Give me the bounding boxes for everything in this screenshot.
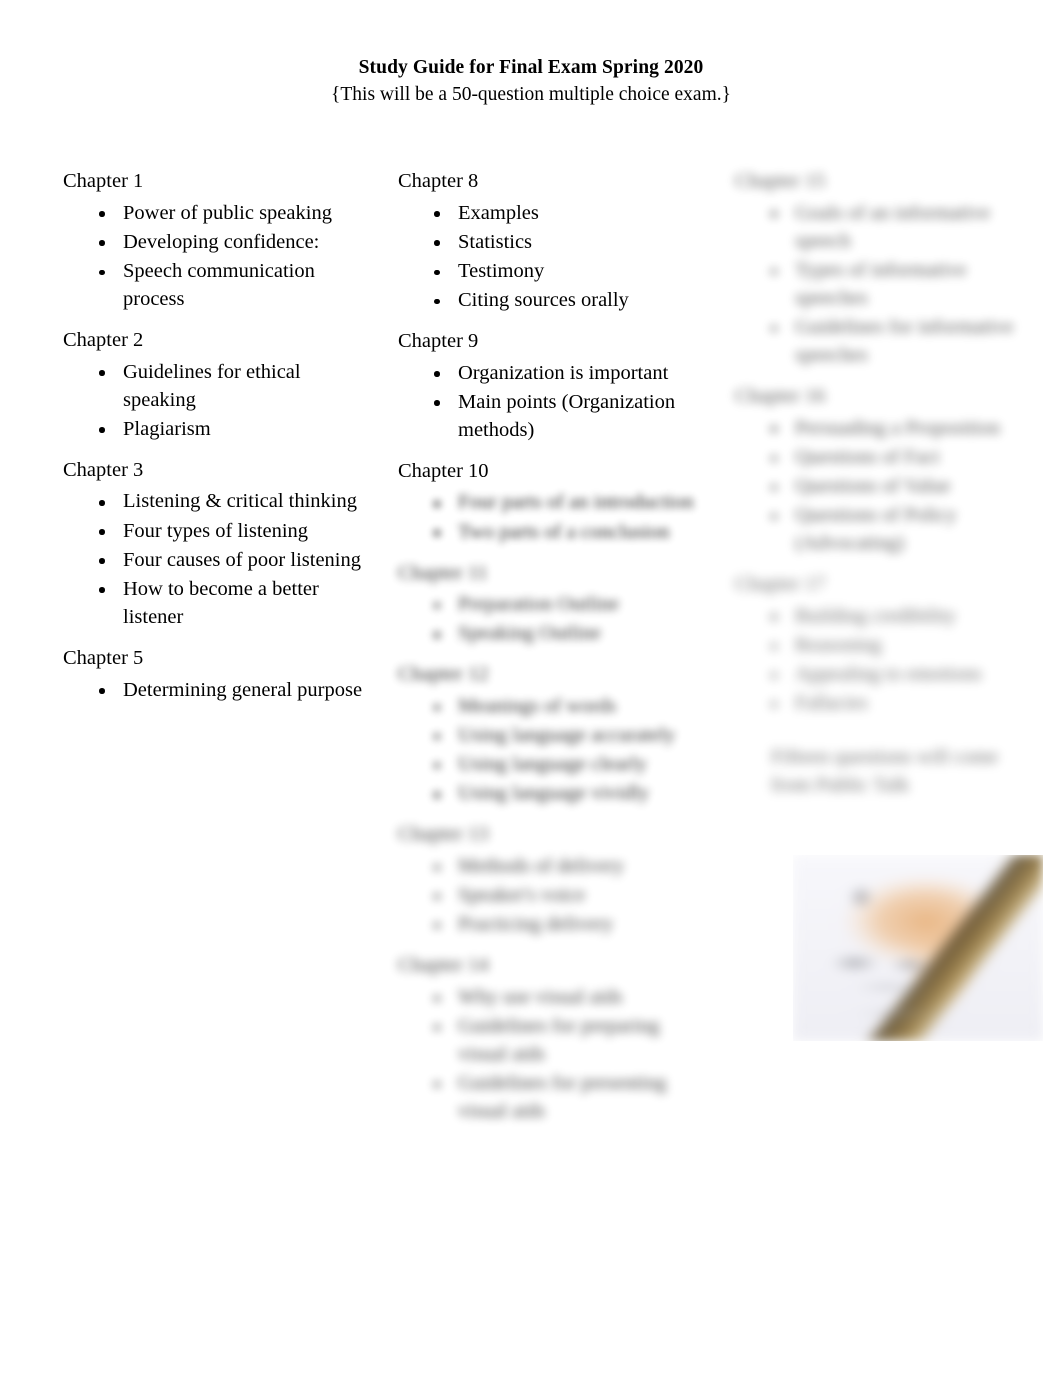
chapter-heading: Chapter 16: [735, 385, 826, 408]
list-item: Methods of delivery: [434, 852, 698, 880]
chapter-item-list: Examples Statistics Testimony Citing source…: [398, 199, 698, 314]
list-item: Two parts of a conclusion: [434, 518, 698, 546]
writing-hand-photo: [793, 855, 1043, 1041]
column-1: Chapter 1 Power of public speaking Develop…: [63, 168, 363, 705]
chapter-block: Chapter 8 Examples Statistics Testimony Citi…: [398, 168, 698, 314]
list-item: Examples: [434, 199, 698, 227]
page-title: Study Guide for Final Exam Spring 2020: [358, 57, 704, 78]
column-3: Chapter 15 Goals of an informative speech…: [735, 168, 1035, 800]
list-item: Questions of Fact: [771, 443, 1035, 471]
list-item: How to become a better listener: [99, 575, 363, 631]
chapter-heading: Chapter 3: [63, 458, 144, 481]
list-item: Practicing delivery: [434, 910, 698, 938]
chapter-item-list: Listening & critical thinking Four types …: [63, 487, 363, 630]
list-item: Guidelines for informative speeches: [771, 313, 1035, 369]
list-item: Citing sources orally: [434, 286, 698, 314]
list-item: Goals of an informative speech: [771, 199, 1035, 255]
list-item: Preparation Outline: [434, 590, 698, 618]
content-columns: Chapter 1 Power of public speaking Develop…: [0, 168, 1062, 1348]
exam-note: Fifteen questions will come from Public …: [771, 746, 999, 797]
list-item: Speech communication process: [99, 257, 363, 313]
chapter-heading: Chapter 14: [398, 954, 489, 977]
list-item: Persuading a Proposition: [771, 414, 1035, 442]
chapter-block: Chapter 13 Methods of delivery Speaker's v…: [398, 821, 698, 938]
list-item: Using language clearly: [434, 750, 698, 778]
list-item: Guidelines for preparing visual aids: [434, 1012, 698, 1068]
chapter-item-list: Building credibility Reasoning Appealing t…: [735, 602, 1035, 717]
chapter-heading: Chapter 8: [398, 170, 479, 192]
chapter-heading: Chapter 9: [398, 329, 479, 352]
chapter-block: Chapter 12 Meanings of words Using languag…: [398, 661, 698, 807]
list-item: Testimony: [434, 257, 698, 285]
list-item: Plagiarism: [99, 415, 363, 443]
chapter-heading: Chapter 5: [63, 646, 144, 669]
list-item: Four parts of an introduction: [434, 488, 698, 516]
list-item: Four causes of poor listening: [99, 546, 363, 574]
chapter-heading: Chapter 13: [398, 823, 489, 846]
chapter-item-list: Why use visual aids Guidelines for prepar…: [398, 983, 698, 1125]
chapter-item-list: Power of public speaking Developing confi…: [63, 199, 363, 313]
chapter-block: Chapter 5 Determining general purpose: [63, 645, 363, 704]
chapter-item-list: Goals of an informative speech Types of i…: [735, 199, 1035, 369]
chapter-item-list: Preparation Outline Speaking Outline: [398, 590, 698, 647]
chapter-block: Chapter 16 Persuading a Proposition Questi…: [735, 383, 1035, 557]
chapter-block: Chapter 14 Why use visual aids Guidelines …: [398, 952, 698, 1125]
list-item: Using language accurately: [434, 721, 698, 749]
writing-hand-photo-image: [793, 855, 1043, 1041]
list-item: Meanings of words: [434, 692, 698, 720]
column-2: Chapter 8 Examples Statistics Testimony Citi…: [398, 168, 698, 1126]
chapter-heading: Chapter 17: [735, 573, 826, 596]
list-item: Four types of listening: [99, 517, 363, 545]
chapter-block: Chapter 17 Building credibility Reasoning A…: [735, 571, 1035, 717]
chapter-heading: Chapter 2: [63, 328, 144, 351]
chapter-block: Chapter 1 Power of public speaking Develop…: [63, 168, 363, 313]
list-item: Listening & critical thinking: [99, 487, 363, 515]
list-item: Speaker's voice: [434, 881, 698, 909]
chapter-item-list: Determining general purpose: [63, 676, 363, 704]
chapter-block: Chapter 11 Preparation Outline Speaking Ou…: [398, 560, 698, 648]
list-item: Questions of Policy (Advocating): [771, 501, 1035, 557]
list-item: Using language vividly: [434, 779, 698, 807]
list-item: Fallacies: [771, 689, 1035, 717]
list-item: Organization is important: [434, 359, 698, 387]
list-item: Building credibility: [771, 602, 1035, 630]
chapter-block: Chapter 3 Listening & critical thinking Fo…: [63, 457, 363, 631]
chapter-heading: Chapter 11: [398, 561, 488, 584]
chapter-item-list: Guidelines for ethical speaking Plagiaris…: [63, 358, 363, 443]
chapter-item-list: Meanings of words Using language accurate…: [398, 692, 698, 807]
title-block: Study Guide for Final Exam Spring 2020 {…: [0, 56, 1062, 108]
list-item: Statistics: [434, 228, 698, 256]
chapter-item-list: Organization is important Main points (Or…: [398, 359, 698, 444]
list-item: Guidelines for ethical speaking: [99, 358, 363, 414]
document-page: Study Guide for Final Exam Spring 2020 {…: [0, 0, 1062, 1377]
list-item: Speaking Outline: [434, 619, 698, 647]
list-item: Guidelines for presenting visual aids: [434, 1069, 698, 1125]
chapter-heading: Chapter 12: [398, 663, 489, 686]
list-item: Reasoning: [771, 631, 1035, 659]
chapter-block: Chapter 10 Four parts of an introduction T…: [398, 458, 698, 546]
chapter-heading: Chapter 10: [398, 459, 489, 482]
chapter-block: Chapter 9 Organization is important Main p…: [398, 328, 698, 444]
list-item: Power of public speaking: [99, 199, 363, 227]
chapter-block: Chapter 2 Guidelines for ethical speaking…: [63, 327, 363, 443]
page-subtitle: {This will be a 50-question multiple cho…: [331, 84, 731, 106]
chapter-item-list: Methods of delivery Speaker's voice Practi…: [398, 852, 698, 938]
list-item: Appealing to emotions: [771, 660, 1035, 688]
list-item: Developing confidence:: [99, 228, 363, 256]
list-item: Why use visual aids: [434, 983, 698, 1011]
list-item: Types of informative speeches: [771, 256, 1035, 312]
chapter-item-list: Persuading a Proposition Questions of Fac…: [735, 414, 1035, 557]
chapter-item-list: Four parts of an introduction Two parts o…: [398, 488, 698, 545]
list-item: Questions of Value: [771, 472, 1035, 500]
chapter-block: Chapter 15 Goals of an informative speech…: [735, 168, 1035, 369]
list-item: Determining general purpose: [99, 676, 363, 704]
chapter-heading: Chapter 1: [63, 170, 144, 192]
chapter-heading: Chapter 15: [735, 170, 826, 192]
list-item: Main points (Organization methods): [434, 388, 698, 444]
